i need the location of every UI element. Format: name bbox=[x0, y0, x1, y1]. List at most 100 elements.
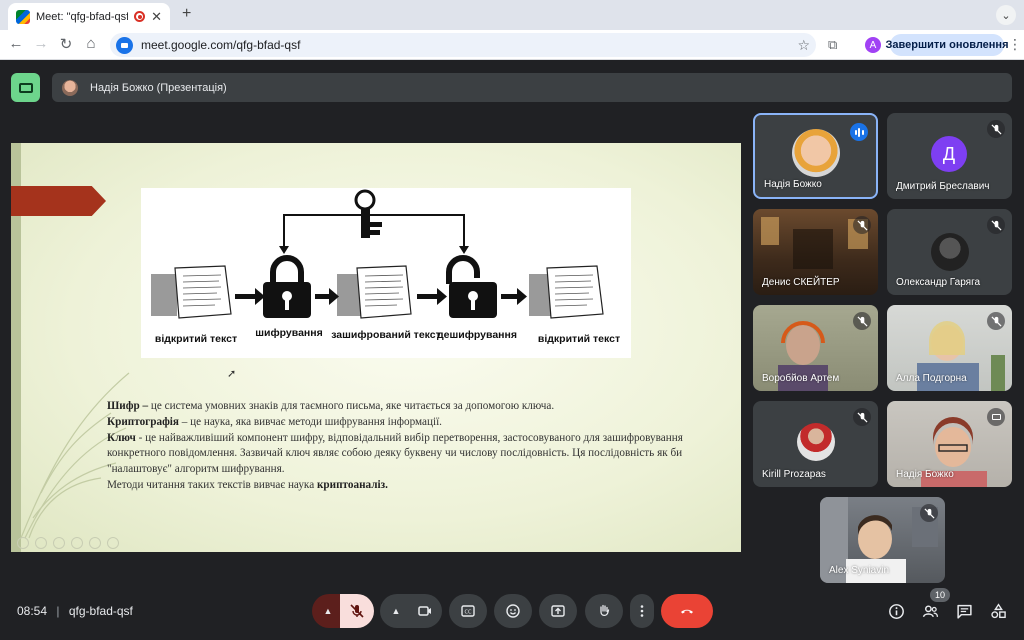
definition-cryptanalysis: Методи читання таких текстів вивчає наук… bbox=[107, 478, 388, 491]
participant-name: Дмитрий Бреславич bbox=[896, 181, 990, 192]
plaintext-page-left bbox=[151, 265, 232, 319]
chat-icon bbox=[956, 604, 972, 619]
label-decrypt: дешифрування bbox=[437, 329, 517, 341]
presenting-screen-icon bbox=[987, 408, 1005, 426]
chevron-up-icon: ▲ bbox=[323, 606, 333, 616]
more-options-button[interactable] bbox=[630, 594, 654, 628]
browser-toolbar: ← → ↻ ⌂ meet.google.com/qfg-bfad-qsf ☆ ⧉… bbox=[0, 30, 1024, 60]
participant-tile-oleksandr[interactable]: Олександр Гаряга bbox=[887, 209, 1012, 295]
profile-avatar[interactable]: A bbox=[865, 37, 881, 53]
meeting-separator: | bbox=[56, 604, 60, 618]
mic-off-icon bbox=[987, 120, 1005, 138]
participant-tile-nadiia-bozhko[interactable]: Надія Божко bbox=[753, 113, 878, 199]
tab-title: Meet: "qfg-bfad-qsf" bbox=[36, 10, 129, 23]
people-button[interactable] bbox=[920, 601, 940, 621]
close-tab-icon[interactable]: ✕ bbox=[151, 9, 162, 25]
home-icon[interactable]: ⌂ bbox=[81, 35, 101, 52]
forward-arrow-icon[interactable]: → bbox=[31, 35, 51, 52]
participant-tile-alla[interactable]: Алла Подгорна bbox=[887, 305, 1012, 391]
chat-button[interactable] bbox=[954, 601, 974, 621]
slide-text: Шифр – це система умовних знаків для тає… bbox=[107, 399, 727, 494]
info-icon bbox=[888, 603, 904, 619]
participant-avatar bbox=[792, 129, 840, 177]
meeting-info: 08:54 | qfg-bfad-qsf bbox=[17, 604, 133, 618]
participant-tile-nadiia-bozhko-camera[interactable]: Надія Божко bbox=[887, 401, 1012, 487]
meeting-time: 08:54 bbox=[17, 604, 48, 618]
camera-toggle-button[interactable] bbox=[408, 594, 442, 628]
participant-name: Kirill Prozapas bbox=[762, 469, 826, 480]
mic-off-icon bbox=[853, 408, 871, 426]
participant-name: Alex Syniavin bbox=[829, 565, 890, 576]
participant-name: Воробйов Артем bbox=[762, 373, 840, 384]
meet-favicon-icon bbox=[16, 9, 30, 24]
present-screen-button[interactable] bbox=[539, 594, 577, 628]
mic-off-icon bbox=[920, 504, 938, 522]
address-bar[interactable]: meet.google.com/qfg-bfad-qsf ☆ bbox=[110, 33, 816, 57]
participant-name: Надія Божко bbox=[764, 179, 822, 190]
svg-text:CC: CC bbox=[465, 610, 472, 616]
participant-name: Олександр Гаряга bbox=[896, 277, 981, 288]
back-arrow-icon[interactable]: ← bbox=[6, 35, 26, 52]
recording-icon bbox=[134, 11, 146, 22]
raise-hand-button[interactable] bbox=[585, 594, 623, 628]
participant-avatar bbox=[797, 423, 835, 461]
mouse-pointer-icon: ➚ bbox=[227, 368, 237, 380]
mic-off-icon bbox=[853, 312, 871, 330]
url-text[interactable]: meet.google.com/qfg-bfad-qsf bbox=[141, 38, 797, 52]
slide-nav-controls[interactable] bbox=[17, 537, 119, 549]
video-camera-icon bbox=[418, 606, 431, 616]
leave-call-button[interactable] bbox=[661, 594, 713, 628]
slide-view-icon[interactable] bbox=[71, 537, 83, 549]
participant-initial-avatar: Д bbox=[931, 136, 967, 172]
activities-shapes-icon bbox=[990, 602, 1006, 618]
present-screen-icon bbox=[551, 605, 565, 617]
label-plaintext-right: відкритий текст bbox=[538, 333, 620, 345]
site-info-icon[interactable] bbox=[116, 36, 133, 54]
slide-next-icon[interactable] bbox=[35, 537, 47, 549]
presentation-toggle-button[interactable] bbox=[11, 73, 40, 102]
mic-off-icon bbox=[350, 604, 364, 618]
meeting-details-button[interactable] bbox=[886, 601, 906, 621]
slide-prev-icon[interactable] bbox=[17, 537, 29, 549]
participant-tile-kirill[interactable]: Kirill Prozapas bbox=[753, 401, 878, 487]
mic-off-icon bbox=[853, 216, 871, 234]
people-icon bbox=[922, 604, 938, 617]
participant-tile-vorobiov[interactable]: Воробйов Артем bbox=[753, 305, 878, 391]
label-encrypt: шифрування bbox=[255, 327, 322, 339]
captions-button[interactable]: CC bbox=[449, 594, 487, 628]
definition-cryptography: Криптографія – це наука, яка вивчає мето… bbox=[107, 415, 442, 428]
end-call-icon bbox=[681, 609, 693, 614]
raise-hand-icon bbox=[600, 604, 610, 617]
emoji-smile-icon bbox=[506, 604, 520, 618]
definition-cipher: Шифр – це система умовних знаків для тає… bbox=[107, 400, 555, 412]
tab-search-chevron-icon[interactable]: ⌄ bbox=[996, 5, 1016, 25]
reload-icon[interactable]: ↻ bbox=[56, 35, 76, 53]
ciphertext-page bbox=[337, 265, 412, 319]
browser-menu-icon[interactable]: ⋮ bbox=[1008, 36, 1022, 53]
participant-name: Надія Божко bbox=[896, 469, 954, 480]
activities-button[interactable] bbox=[988, 601, 1008, 621]
participant-tile-denys[interactable]: Денис СКЕЙТЕР bbox=[753, 209, 878, 295]
participant-avatar bbox=[931, 233, 969, 271]
browser-tab-meet[interactable]: Meet: "qfg-bfad-qsf" ✕ bbox=[8, 3, 170, 30]
bookmark-star-icon[interactable]: ☆ bbox=[797, 37, 810, 54]
reactions-button[interactable] bbox=[494, 594, 532, 628]
tab-strip: Meet: "qfg-bfad-qsf" ✕ + ⌄ bbox=[0, 0, 1024, 30]
speaking-indicator-icon bbox=[850, 123, 868, 141]
definition-key: Ключ - це найважливіший компонент шифру,… bbox=[107, 431, 683, 476]
presenter-label: Надія Божко (Презентація) bbox=[90, 81, 227, 94]
closed-captions-icon: CC bbox=[461, 605, 475, 617]
participant-tile-alex[interactable]: Alex Syniavin bbox=[820, 497, 945, 583]
participant-tile-dmytryi[interactable]: Д Дмитрий Бреславич bbox=[887, 113, 1012, 199]
finish-update-button[interactable]: Завершити оновлення bbox=[886, 34, 1008, 56]
presentation-screen-icon bbox=[18, 82, 33, 93]
new-tab-icon[interactable]: + bbox=[182, 5, 191, 23]
slide-arrow-tag bbox=[11, 186, 106, 216]
microphone-toggle-button[interactable] bbox=[340, 594, 374, 628]
extensions-puzzle-icon[interactable]: ⧉ bbox=[828, 37, 837, 53]
more-vert-icon bbox=[640, 605, 644, 617]
chevron-up-icon: ▲ bbox=[391, 606, 401, 616]
slide-more-icon[interactable] bbox=[107, 537, 119, 549]
slide-pen-icon[interactable] bbox=[53, 537, 65, 549]
slide-zoom-icon[interactable] bbox=[89, 537, 101, 549]
